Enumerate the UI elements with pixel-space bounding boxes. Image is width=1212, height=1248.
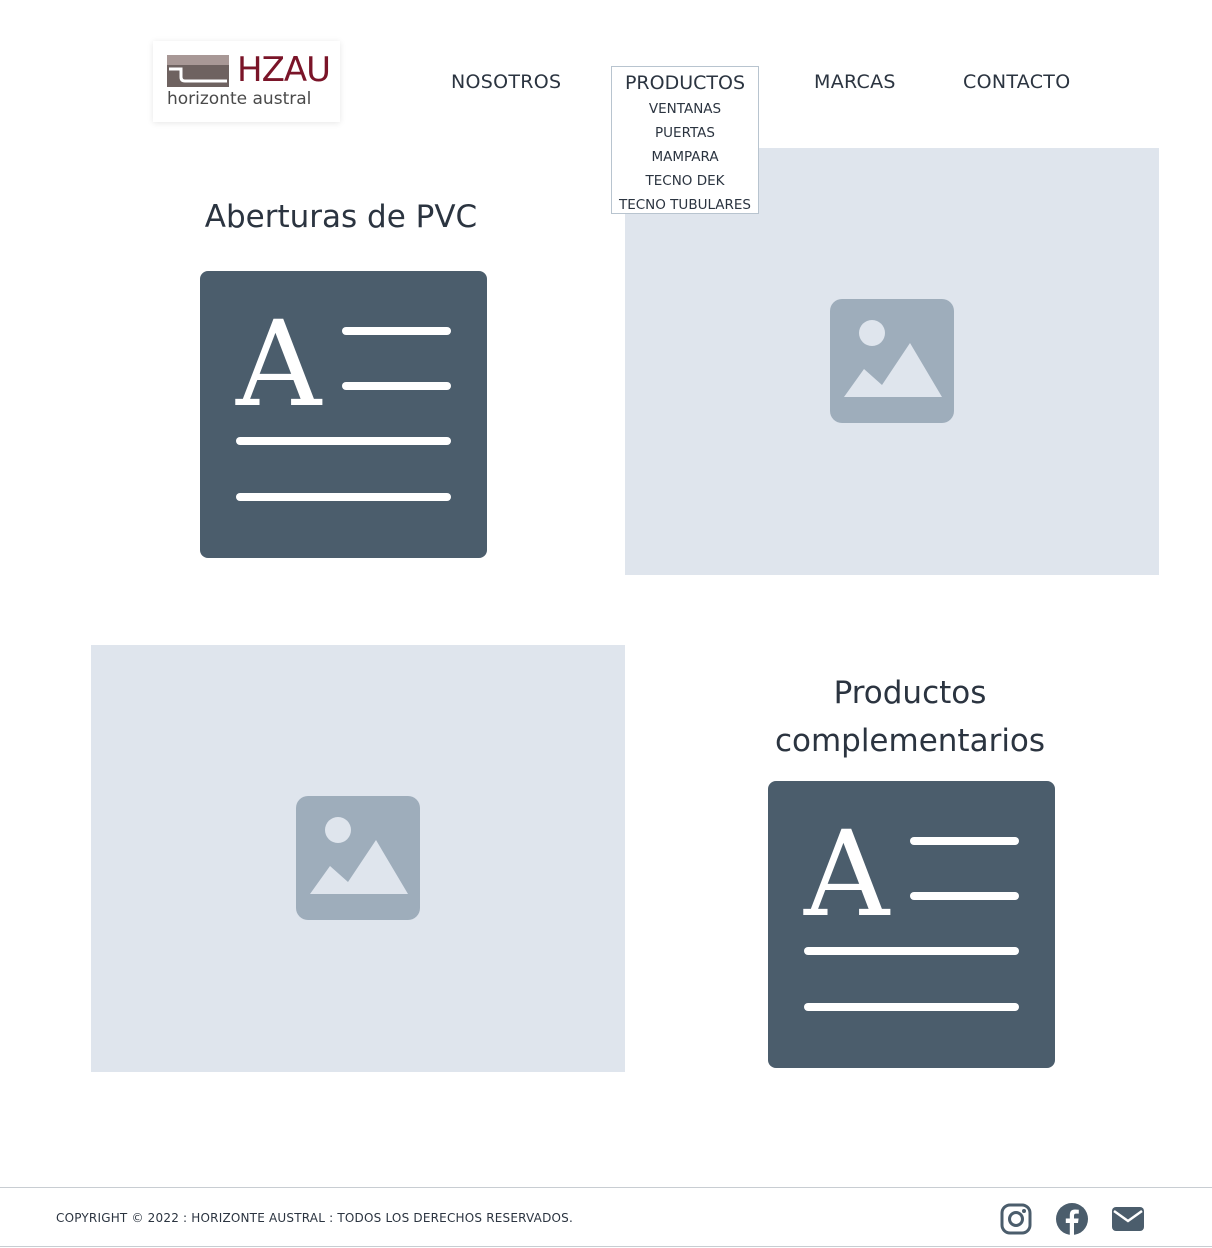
section-heading-productos-line1: Productos xyxy=(833,675,987,711)
nav-productos[interactable]: PRODUCTOS xyxy=(612,71,758,95)
productos-dropdown-list: VENTANAS PUERTAS MAMPARA TECNO DEK TECNO… xyxy=(612,97,758,217)
section-heading-productos-line2: complementarios xyxy=(774,723,1046,759)
image-placeholder xyxy=(91,645,625,1072)
footer: COPYRIGHT © 2022 : HORIZONTE AUSTRAL : T… xyxy=(0,1187,1212,1247)
copyright-text: COPYRIGHT © 2022 : HORIZONTE AUSTRAL : T… xyxy=(56,1211,573,1225)
text-placeholder-icon: A xyxy=(200,271,487,558)
logo-mark-icon xyxy=(167,55,229,87)
instagram-icon[interactable] xyxy=(999,1202,1033,1236)
logo-title: HZAU xyxy=(237,50,331,90)
dropdown-item-tecno-tubulares[interactable]: TECNO TUBULARES xyxy=(612,193,758,217)
dropdown-item-tecno-dek[interactable]: TECNO DEK xyxy=(612,169,758,193)
nav-nosotros[interactable]: NOSOTROS xyxy=(451,70,561,94)
section-heading-aberturas: Aberturas de PVC xyxy=(204,199,478,235)
productos-dropdown: PRODUCTOS VENTANAS PUERTAS MAMPARA TECNO… xyxy=(611,66,759,214)
svg-text:A: A xyxy=(803,805,891,943)
dropdown-item-puertas[interactable]: PUERTAS xyxy=(612,121,758,145)
logo[interactable]: HZAU horizonte austral xyxy=(153,41,340,122)
image-icon xyxy=(296,796,420,920)
text-placeholder-icon: A xyxy=(768,781,1055,1068)
nav-marcas[interactable]: MARCAS xyxy=(814,70,896,94)
nav-contacto[interactable]: CONTACTO xyxy=(963,70,1070,94)
logo-tagline: horizonte austral xyxy=(167,89,312,109)
mail-icon[interactable] xyxy=(1111,1202,1145,1236)
facebook-icon[interactable] xyxy=(1055,1202,1089,1236)
svg-text:A: A xyxy=(235,295,323,433)
image-icon xyxy=(830,299,954,423)
dropdown-item-mampara[interactable]: MAMPARA xyxy=(612,145,758,169)
dropdown-item-ventanas[interactable]: VENTANAS xyxy=(612,97,758,121)
